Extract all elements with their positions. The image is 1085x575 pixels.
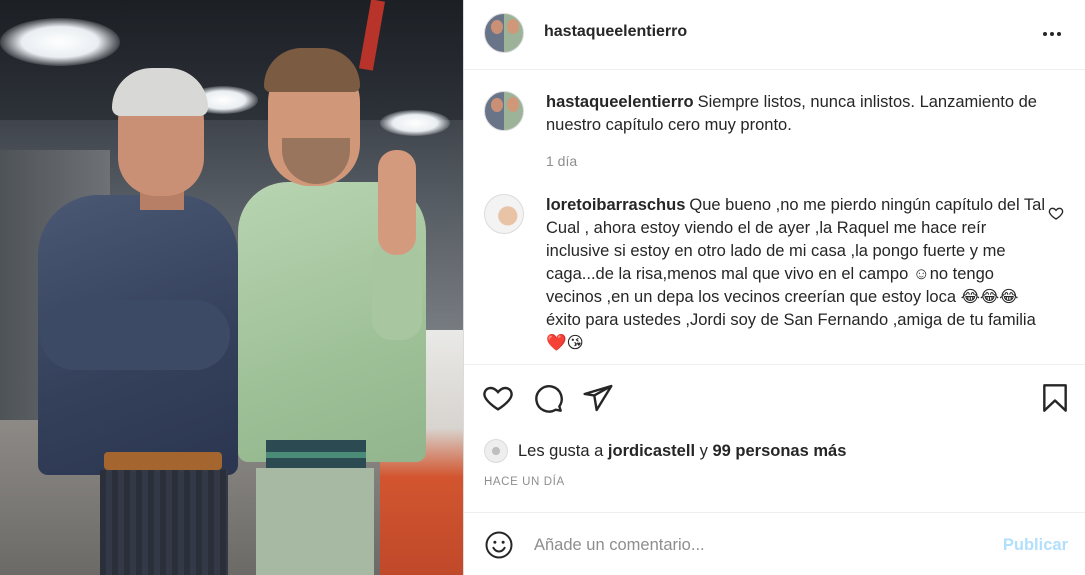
author-username[interactable]: hastaqueelentierro bbox=[544, 23, 687, 41]
caption-text-block: hastaqueelentierro Siempre listos, nunca … bbox=[546, 91, 1046, 173]
caption-username[interactable]: hastaqueelentierro bbox=[546, 93, 694, 111]
ceiling-lamp bbox=[0, 18, 120, 66]
post-header: hastaqueelentierro bbox=[464, 0, 1085, 70]
commenter-username[interactable]: loretoibarraschus bbox=[546, 196, 685, 214]
heart-icon[interactable] bbox=[482, 382, 514, 414]
comment-text: Que bueno ,no me pierdo ningún capítulo … bbox=[546, 196, 1046, 352]
emoji-icon[interactable] bbox=[484, 530, 514, 560]
person-left-belt bbox=[104, 452, 222, 470]
comments-section[interactable]: hastaqueelentierro Siempre listos, nunca … bbox=[464, 71, 1085, 365]
post-timestamp[interactable]: HACE UN DÍA bbox=[484, 476, 565, 488]
comment-heart-icon[interactable] bbox=[1048, 205, 1064, 221]
liker-avatar[interactable] bbox=[484, 439, 508, 463]
ceiling-lamp bbox=[380, 110, 450, 136]
post-detail-panel: hastaqueelentierro hastaqueelentierro Sie… bbox=[463, 0, 1085, 575]
person-right-arm bbox=[372, 240, 422, 340]
more-dot bbox=[1043, 32, 1047, 36]
more-options-icon[interactable] bbox=[1040, 22, 1064, 46]
person-right-hand bbox=[378, 150, 416, 255]
person-left-crossed-arms bbox=[40, 300, 230, 370]
author-avatar[interactable] bbox=[484, 13, 524, 53]
bookmark-icon[interactable] bbox=[1039, 382, 1071, 414]
likes-others[interactable]: 99 personas más bbox=[712, 442, 846, 461]
more-dot bbox=[1057, 32, 1061, 36]
comment-text-block: loretoibarraschus Que bueno ,no me pierdo… bbox=[546, 194, 1046, 355]
post-actions bbox=[464, 366, 1085, 436]
post-photo[interactable] bbox=[0, 0, 463, 575]
publish-button[interactable]: Publicar bbox=[1003, 536, 1068, 555]
person-left-pants bbox=[100, 470, 228, 575]
paper-plane-icon[interactable] bbox=[582, 382, 614, 414]
person-right-belt bbox=[266, 440, 366, 470]
commenter-avatar[interactable] bbox=[484, 194, 524, 234]
add-comment-bar: Publicar bbox=[464, 512, 1085, 575]
caption-time[interactable]: 1 día bbox=[546, 150, 1046, 173]
caption-avatar[interactable] bbox=[484, 91, 524, 131]
more-dot bbox=[1050, 32, 1054, 36]
comment-input[interactable] bbox=[534, 531, 974, 559]
likes-middle: y bbox=[699, 441, 708, 460]
person-right-pants bbox=[256, 468, 374, 575]
comment-icon[interactable] bbox=[532, 382, 564, 414]
likes-prefix: Les gusta a bbox=[518, 441, 604, 460]
liker-username[interactable]: jordicastell bbox=[608, 442, 695, 461]
likes-summary[interactable]: Les gusta a jordicastell y 99 personas m… bbox=[484, 437, 846, 465]
